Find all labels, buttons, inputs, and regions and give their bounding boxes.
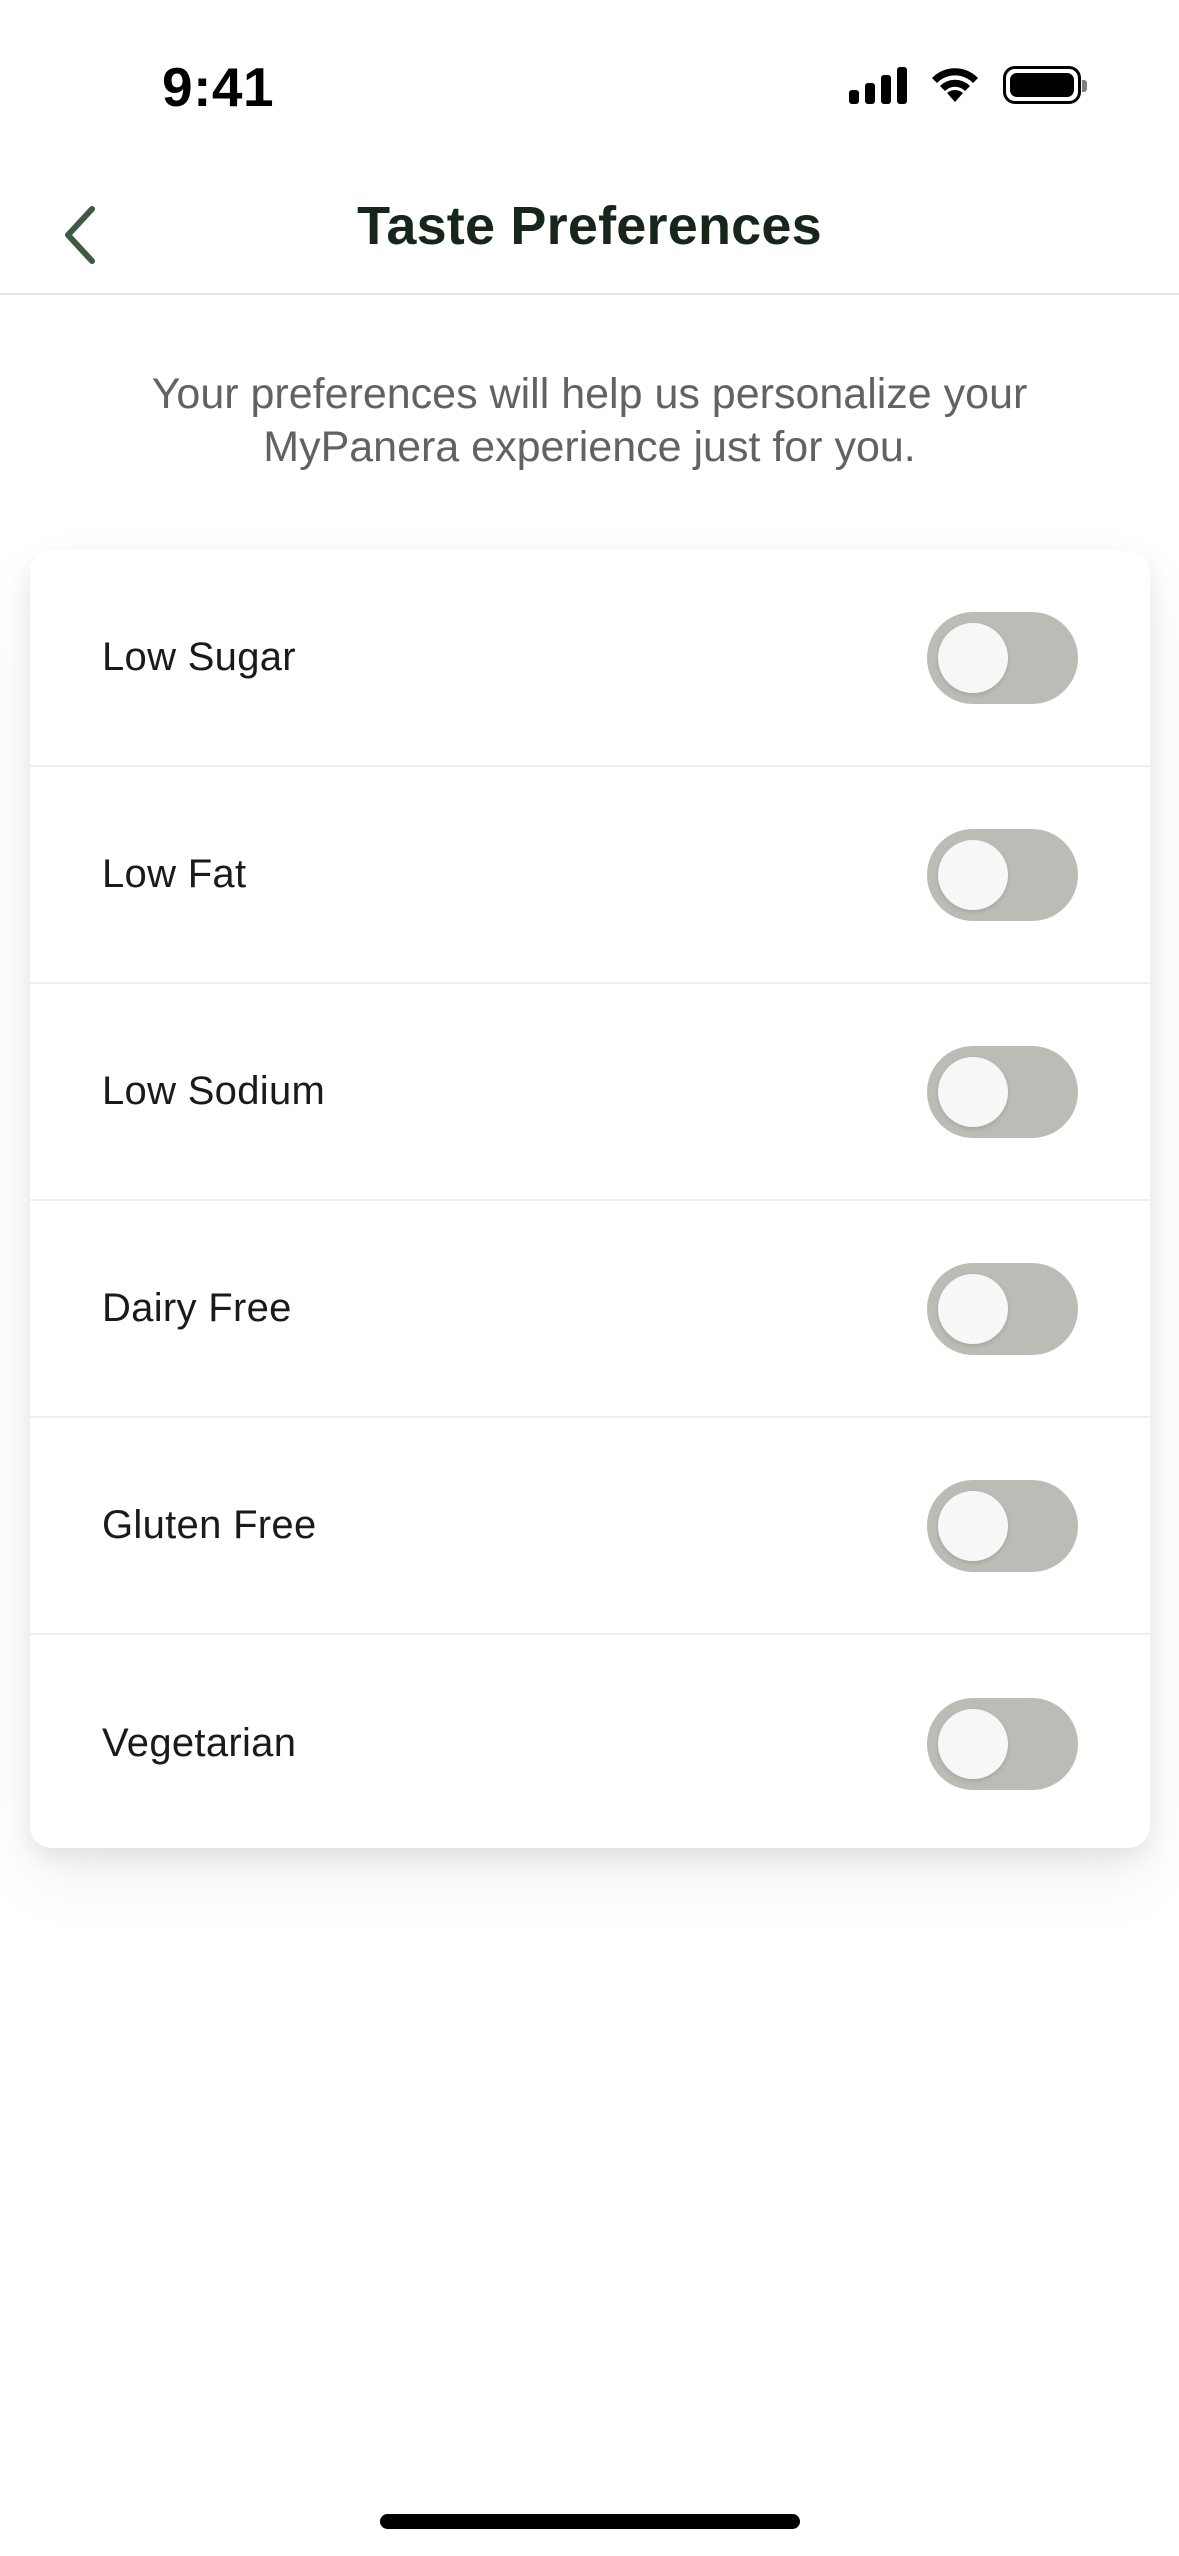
cellular-signal-icon	[849, 66, 907, 104]
preference-row-gluten-free: Gluten Free	[30, 1418, 1150, 1635]
navigation-bar: Taste Preferences	[0, 175, 1179, 295]
toggle-knob	[938, 839, 1008, 910]
status-bar: 9:41	[0, 0, 1179, 175]
low-fat-toggle[interactable]	[927, 828, 1078, 921]
preference-label: Dairy Free	[102, 1286, 292, 1330]
toggle-knob	[938, 1273, 1008, 1344]
preference-row-low-sodium: Low Sodium	[30, 984, 1150, 1201]
preference-label: Low Sugar	[102, 635, 296, 679]
taste-preferences-screen: 9:41 Taste Preferences Your preferences …	[0, 0, 1179, 2556]
preference-row-dairy-free: Dairy Free	[30, 1201, 1150, 1418]
status-time: 9:41	[162, 56, 275, 118]
preferences-card: Low Sugar Low Fat Low Sodium Dairy Free …	[30, 550, 1150, 1848]
low-sugar-toggle[interactable]	[927, 611, 1078, 704]
intro-text: Your preferences will help us personaliz…	[151, 370, 1028, 471]
preference-label: Low Sodium	[102, 1069, 326, 1113]
vegetarian-toggle[interactable]	[927, 1697, 1078, 1790]
home-indicator[interactable]	[380, 2514, 800, 2529]
battery-icon	[1003, 66, 1087, 104]
preference-label: Vegetarian	[102, 1721, 297, 1765]
preference-row-low-fat: Low Fat	[30, 767, 1150, 984]
toggle-knob	[938, 622, 1008, 693]
preference-row-low-sugar: Low Sugar	[30, 550, 1150, 767]
toggle-knob	[938, 1708, 1008, 1779]
gluten-free-toggle[interactable]	[927, 1479, 1078, 1572]
preference-label: Gluten Free	[102, 1503, 317, 1547]
low-sodium-toggle[interactable]	[927, 1045, 1078, 1138]
page-title: Taste Preferences	[357, 196, 822, 256]
toggle-knob	[938, 1490, 1008, 1561]
preference-row-vegetarian: Vegetarian	[30, 1635, 1150, 1848]
toggle-knob	[938, 1056, 1008, 1127]
dairy-free-toggle[interactable]	[927, 1262, 1078, 1355]
status-icons	[849, 66, 1087, 104]
wifi-icon	[929, 66, 981, 104]
preference-label: Low Fat	[102, 852, 247, 896]
